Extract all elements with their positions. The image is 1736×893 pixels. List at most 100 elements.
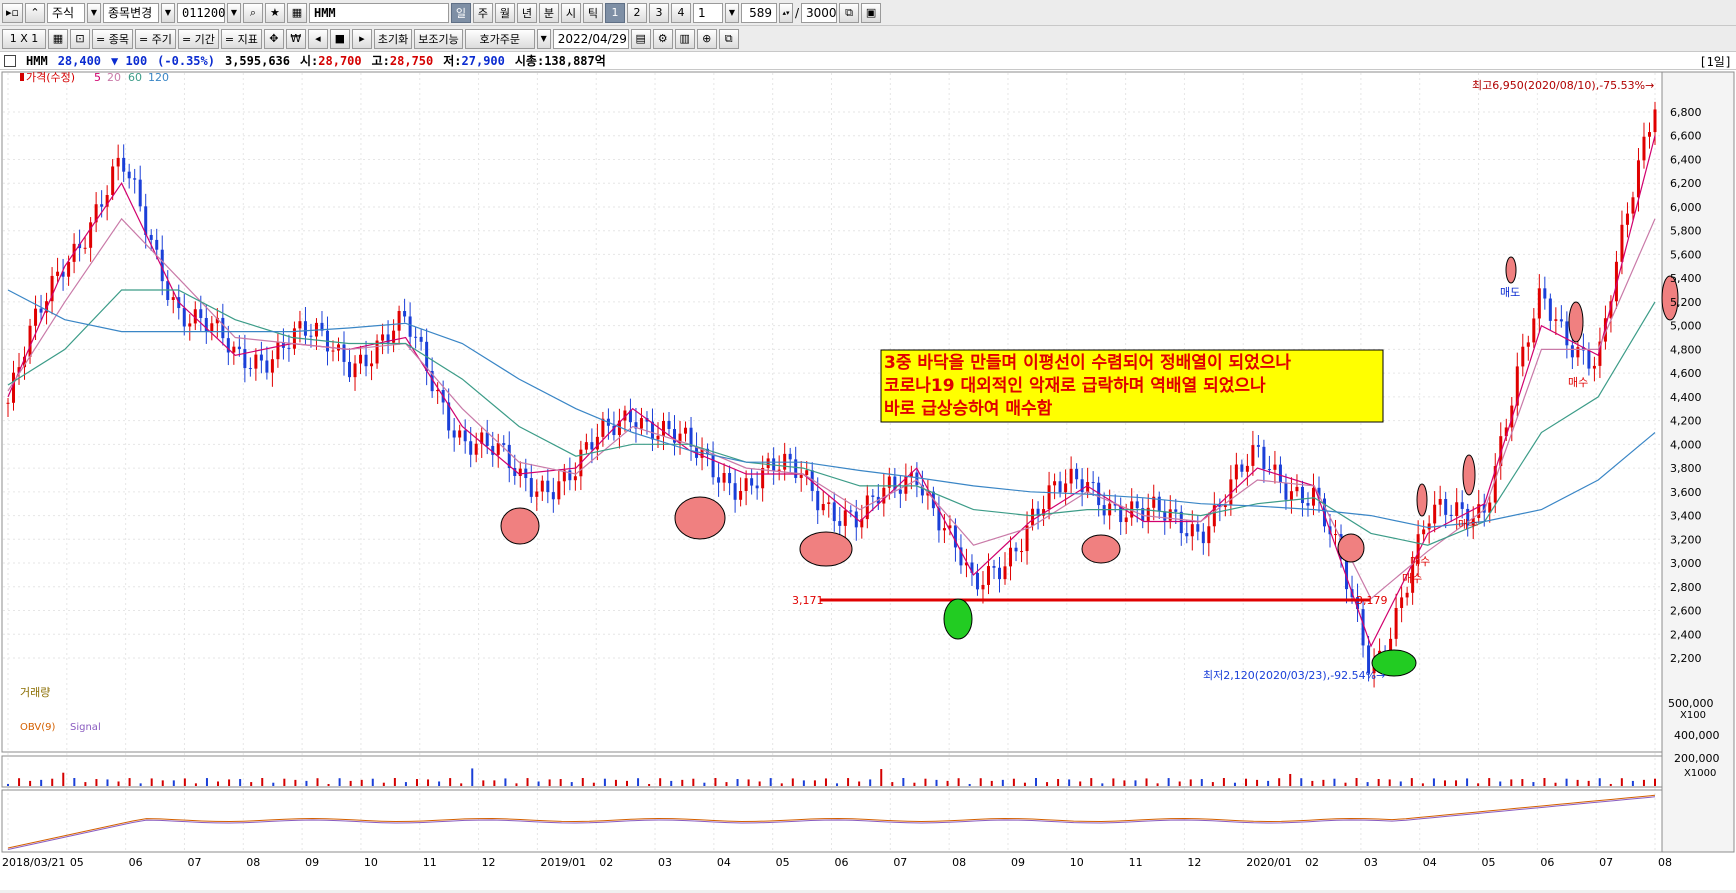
change-dropdown-icon[interactable]: ▼ xyxy=(160,2,175,23)
unit-dropdown-icon[interactable]: ▼ xyxy=(724,2,739,23)
save-icon[interactable]: ▦ xyxy=(286,2,307,23)
next-icon[interactable]: ▸ xyxy=(351,28,372,49)
volume-bar xyxy=(1123,780,1126,786)
price-tick-label: 6,800 xyxy=(1670,106,1702,119)
volume-bar xyxy=(117,781,120,786)
candle-body xyxy=(1620,224,1624,262)
candle-body xyxy=(573,476,577,481)
single-icon[interactable]: ⊡ xyxy=(70,28,90,49)
favorite-star-icon[interactable]: ★ xyxy=(264,2,285,23)
volume-bar xyxy=(1366,782,1369,786)
settings-gear-icon[interactable]: ⚙ xyxy=(652,28,673,49)
disk-icon[interactable]: ▣ xyxy=(861,2,882,23)
grid-icon[interactable]: ▦ xyxy=(48,28,68,49)
item-button[interactable]: = 종목 xyxy=(92,28,133,49)
code-dropdown-icon[interactable]: ▼ xyxy=(226,2,241,23)
date-tick-label: 2018/03/21 xyxy=(2,856,65,869)
change-item-select[interactable]: 종목변경 xyxy=(102,2,159,23)
unit-1-button[interactable]: 1 xyxy=(604,2,625,23)
period-minute-button[interactable]: 분 xyxy=(538,2,559,23)
volume-axis-unit: X100 xyxy=(1680,710,1706,721)
max-count-input[interactable]: 3000 xyxy=(801,2,838,23)
period-tick-button[interactable]: 틱 xyxy=(582,2,603,23)
order-button[interactable]: 호가주문 xyxy=(464,28,535,49)
reset-button[interactable]: 초기화 xyxy=(373,28,413,49)
period-month-button[interactable]: 월 xyxy=(494,2,515,23)
candle-body xyxy=(1179,511,1183,534)
volume-bar xyxy=(1521,779,1524,786)
popup-icon[interactable]: ⧉ xyxy=(718,28,739,49)
candle-body xyxy=(414,336,418,338)
layout-button[interactable]: 1 X 1 xyxy=(2,28,46,49)
calc-icon[interactable]: ▥ xyxy=(674,28,695,49)
zoom-icon[interactable]: ⊕ xyxy=(696,28,717,49)
candle-body xyxy=(1526,342,1530,347)
period-hour-button[interactable]: 시 xyxy=(560,2,581,23)
candle-body xyxy=(1422,529,1426,535)
quote-pct: (-0.35%) xyxy=(157,53,215,68)
price-tick-label: 5,400 xyxy=(1670,272,1702,285)
count-input[interactable]: 589 xyxy=(740,2,777,23)
candle-body xyxy=(458,430,462,438)
cycle-button[interactable]: = 주기 xyxy=(134,28,176,49)
period-year-button[interactable]: 년 xyxy=(516,2,537,23)
unit-3-button[interactable]: 3 xyxy=(648,2,669,23)
candle-body xyxy=(832,502,836,522)
volume-bar xyxy=(1023,782,1026,786)
candle-body xyxy=(661,420,665,436)
candle-body xyxy=(1400,597,1404,608)
period-week-button[interactable]: 주 xyxy=(472,2,493,23)
volume-bar xyxy=(968,783,971,786)
volume-bar xyxy=(371,778,374,786)
window-menu-button[interactable]: ▸▫ xyxy=(2,2,23,23)
candle-body xyxy=(1163,511,1167,521)
date-tick-label: 05 xyxy=(776,856,790,869)
period-button[interactable]: = 기간 xyxy=(177,28,219,49)
chart-svg[interactable]: 가격(수정) 5 20 60 120 3,171 3,179 매수 매수 매수 … xyxy=(0,70,1736,890)
unit-input[interactable]: 1 xyxy=(692,2,723,23)
volume-bar xyxy=(1432,778,1435,786)
price-tick-label: 3,400 xyxy=(1670,510,1702,523)
calendar-icon[interactable]: ▤ xyxy=(630,28,651,49)
candle-body xyxy=(992,566,996,568)
date-tick-label: 04 xyxy=(1423,856,1437,869)
stock-code-input[interactable]: 011200 xyxy=(176,2,225,23)
volume-bar xyxy=(769,778,772,786)
buy-label-1: 매수 xyxy=(1410,555,1430,568)
candle-body xyxy=(540,480,544,492)
price-tick-label: 5,600 xyxy=(1670,248,1702,261)
stop-icon[interactable]: ■ xyxy=(329,28,350,49)
count-spinner-icon[interactable]: ▴▾ xyxy=(778,2,793,23)
volume-bar xyxy=(449,778,452,786)
candle-body xyxy=(469,441,473,455)
unit-2-button[interactable]: 2 xyxy=(626,2,647,23)
candle-body xyxy=(1460,502,1464,509)
candle-body xyxy=(1592,365,1596,369)
volume-bar xyxy=(725,782,728,786)
volume-bar xyxy=(570,782,573,786)
candle-body xyxy=(981,584,985,590)
search-icon[interactable]: ⌕ xyxy=(242,2,263,23)
order-dropdown-icon[interactable]: ▼ xyxy=(536,28,551,49)
stock-name-field[interactable]: HMM xyxy=(308,2,449,23)
chart-area[interactable]: 가격(수정) 5 20 60 120 3,171 3,179 매수 매수 매수 … xyxy=(0,70,1736,890)
market-select[interactable]: 주식 xyxy=(46,2,85,23)
new-window-icon[interactable]: ⧉ xyxy=(839,2,860,23)
volume-bar xyxy=(581,778,584,786)
market-dropdown-icon[interactable]: ▼ xyxy=(86,2,101,23)
move-icon[interactable]: ✥ xyxy=(263,28,284,49)
prev-icon[interactable]: ◂ xyxy=(307,28,328,49)
indicator-button[interactable]: = 지표 xyxy=(220,28,262,49)
unit-4-button[interactable]: 4 xyxy=(670,2,691,23)
info-checkbox[interactable] xyxy=(4,54,16,67)
assist-button[interactable]: 보조기능 xyxy=(414,28,463,49)
period-day-button[interactable]: 일 xyxy=(450,2,471,23)
volume-bar xyxy=(592,782,595,786)
volume-bar xyxy=(150,778,153,786)
won-button[interactable]: ₩ xyxy=(285,28,306,49)
date-input[interactable]: 2022/04/29 xyxy=(552,28,629,49)
collapse-button[interactable]: ⌃ xyxy=(24,2,45,23)
date-tick-label: 12 xyxy=(1187,856,1201,869)
candle-body xyxy=(1196,524,1200,532)
volume-bar xyxy=(283,778,286,786)
